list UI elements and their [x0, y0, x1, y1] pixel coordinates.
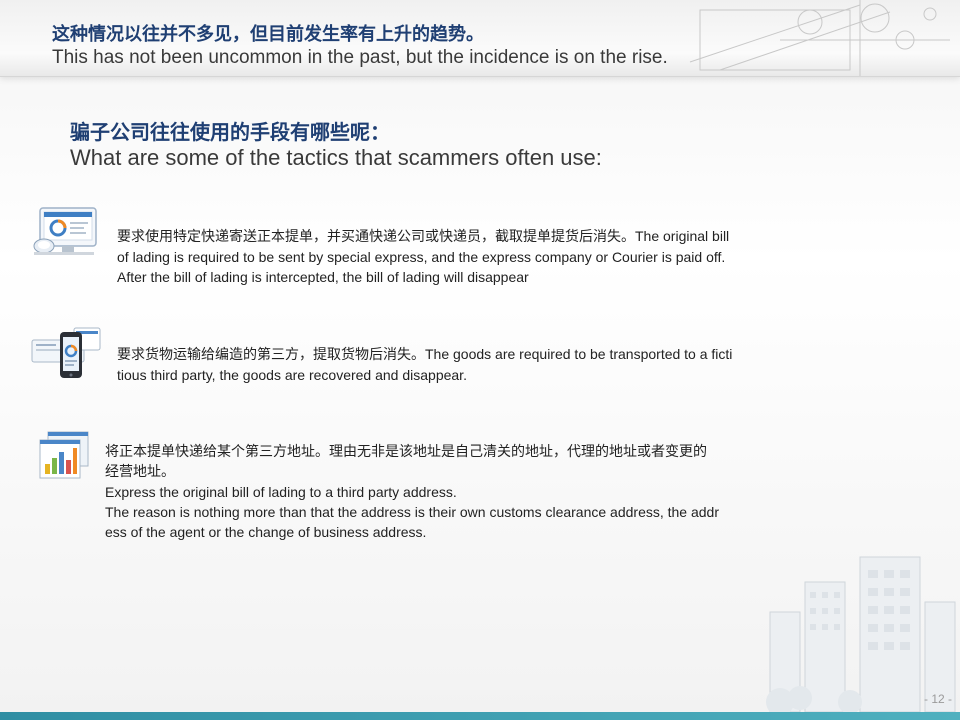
- header-title-cn: 这种情况以往并不多见，但目前发生率有上升的趋势。: [52, 24, 484, 45]
- monitor-chart-icon: [33, 207, 97, 255]
- subheading-en: What are some of the tactics that scamme…: [70, 145, 602, 170]
- list-item-1: 要求使用特定快递寄送正本提单，并买通快递公司或快递员，截取提单提货后消失。The…: [117, 226, 837, 287]
- list-item-3: 将正本提单快递给某个第三方地址。理由无非是该地址是自己清关的地址，代理的地址或者…: [105, 442, 825, 542]
- bar-chart-icon: [39, 431, 89, 479]
- item-3-text-cn-line1: 将正本提单快递给某个第三方地址。理由无非是该地址是自己清关的地址，代理的地址或者…: [105, 444, 707, 460]
- item-3-text-en-line1: Express the original bill of lading to a…: [105, 484, 457, 500]
- header-title-en: This has not been uncommon in the past, …: [52, 47, 668, 68]
- footer-bar: [0, 712, 960, 720]
- page-number: - 12 -: [923, 692, 952, 706]
- city-skyline-decoration: [766, 556, 956, 712]
- item-2-text-en-line1: The goods are required to be transported…: [425, 346, 733, 362]
- phone-chart-icon: [31, 327, 101, 378]
- item-1-text-en-line2: of lading is required to be sent by spec…: [117, 249, 726, 265]
- list-item-2: 要求货物运输给编造的第三方，提取货物后消失。The goods are requ…: [117, 344, 837, 385]
- item-2-text-en-line2: tious third party, the goods are recover…: [117, 367, 467, 383]
- item-1-text-en-line1: The original bill: [635, 228, 730, 244]
- item-3-text-en-line3: ess of the agent or the change of busine…: [105, 524, 427, 540]
- item-1-text-cn: 要求使用特定快递寄送正本提单，并买通快递公司或快递员，截取提单提货后消失。: [117, 229, 635, 245]
- item-3-text-en-line2: The reason is nothing more than that the…: [105, 504, 720, 520]
- item-3-text-cn-line2: 经营地址。: [105, 464, 175, 480]
- header-band: 这种情况以往并不多见，但目前发生率有上升的趋势。 This has not be…: [0, 0, 960, 77]
- blueprint-decoration: [689, 0, 950, 76]
- subheading-cn: 骗子公司往往使用的手段有哪些呢：: [70, 120, 390, 144]
- item-2-text-cn: 要求货物运输给编造的第三方，提取货物后消失。: [117, 347, 425, 363]
- item-1-text-en-line3: After the bill of lading is intercepted,…: [117, 269, 529, 285]
